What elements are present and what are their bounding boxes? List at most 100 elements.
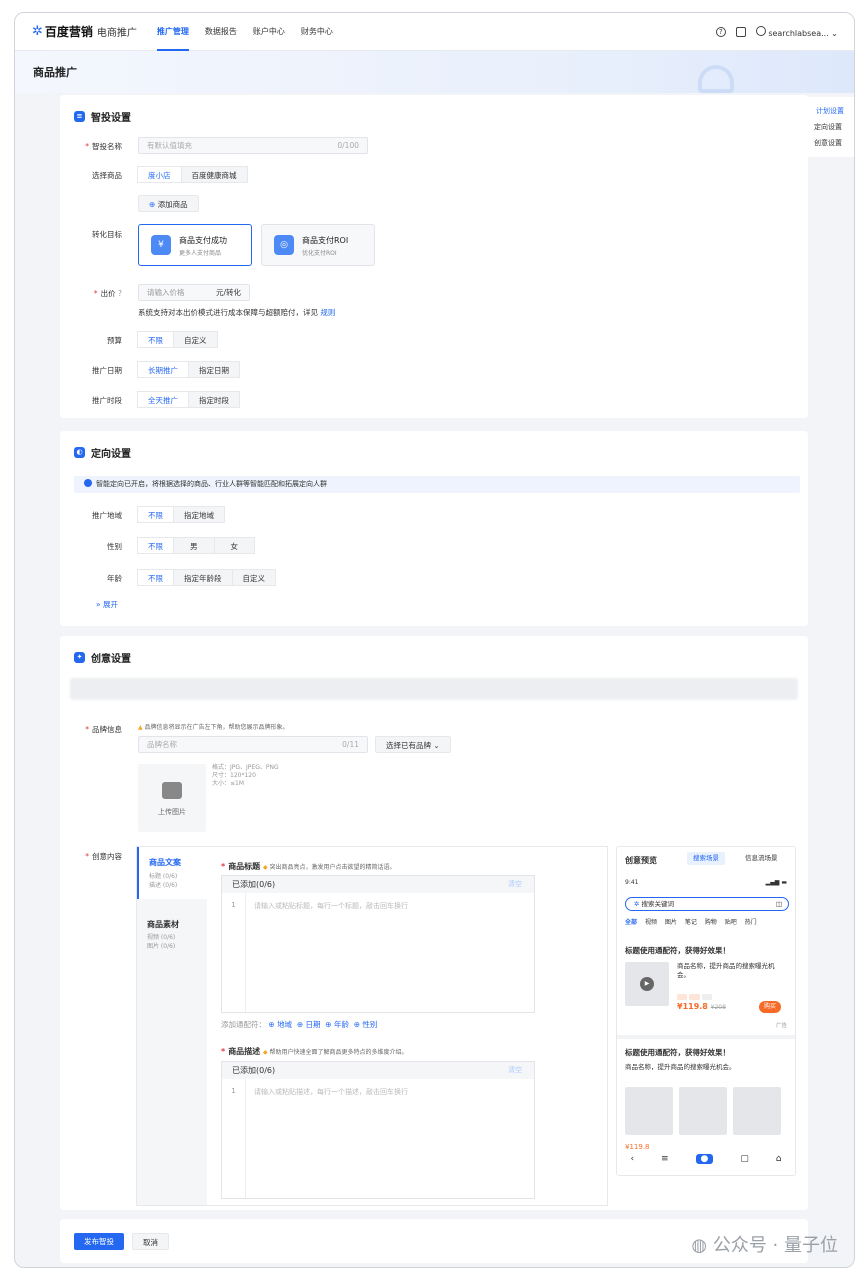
play-icon: ▶: [640, 977, 654, 991]
char-count: 0/11: [342, 740, 359, 749]
nav-finance[interactable]: 财务中心: [301, 13, 333, 51]
anchor-nav: 计划设置 定向设置 创意设置: [806, 97, 854, 157]
gender-unlimited[interactable]: 不限: [137, 537, 174, 554]
section-title: 智投设置: [91, 113, 131, 124]
wechat-watermark: ◍ 公众号 · 量子位: [691, 1235, 838, 1256]
bid-unit: 元/转化: [215, 288, 241, 297]
expand-toggle[interactable]: » 展开: [96, 599, 118, 610]
publish-button[interactable]: 发布智投: [74, 1233, 124, 1250]
added-count: 已添加(0/6): [232, 880, 276, 889]
message-icon[interactable]: [735, 26, 746, 37]
cancel-button[interactable]: 取消: [132, 1233, 169, 1250]
rule-link[interactable]: 规则: [320, 308, 335, 317]
clear-button[interactable]: 清空: [508, 876, 522, 893]
date-label: 推广日期: [92, 366, 122, 375]
goal-pay-roi[interactable]: ◎ 商品支付ROI 优化支付ROI: [261, 224, 375, 266]
material-tab[interactable]: 商品素材 视频 (0/6) 图片 (0/6): [137, 913, 207, 965]
brand-label: 品牌信息: [92, 725, 122, 734]
wildcard-region[interactable]: ⊕ 地域: [268, 1020, 292, 1029]
budget-unlimited[interactable]: 不限: [137, 331, 174, 348]
brand-tip: ▲ 品牌信息将显示在广告左下角，帮助您展示品牌形象。: [138, 724, 289, 731]
preview-tab-feed[interactable]: 信息流场景: [741, 852, 782, 865]
ad2-image-3: [733, 1087, 781, 1135]
gender-male[interactable]: 男: [173, 537, 215, 554]
desc-editor[interactable]: 已添加(0/6) 清空 1 请输入或粘贴描述，每行一个描述，敲击回车换行: [221, 1061, 535, 1199]
date-specify[interactable]: 指定日期: [188, 361, 240, 378]
section-title: 定向设置: [91, 449, 131, 460]
age-custom[interactable]: 自定义: [231, 569, 276, 586]
ad2-desc: 商品名称，提升商品的搜索曝光机会。: [625, 1063, 736, 1071]
plus-icon: ⊕: [149, 200, 156, 209]
brand-logo[interactable]: ✲ 百度营销 电商推广: [32, 23, 137, 40]
wildcard-bar: 添加通配符： ⊕ 地域 ⊕ 日期 ⊕ 年龄 ⊕ 性别: [221, 1020, 378, 1029]
tab-health-mall[interactable]: 百度健康商城: [180, 166, 248, 183]
wildcard-date[interactable]: ⊕ 日期: [297, 1020, 321, 1029]
desc-label: * 商品描述 ◆ 帮助用户快速全面了解商品更多特点的多维度介绍。: [221, 1047, 408, 1056]
goal-title: 商品支付成功: [179, 236, 227, 245]
nav-account[interactable]: 账户中心: [253, 13, 285, 51]
user-menu[interactable]: searchlabsea... ⌄: [755, 25, 838, 38]
bid-note: 系统支持对本出价模式进行成本保障与超额赔付，详见 规则: [138, 308, 336, 317]
double-chevron-icon: »: [96, 600, 101, 609]
roi-icon: ◎: [274, 235, 294, 255]
region-unlimited[interactable]: 不限: [137, 506, 174, 523]
wechat-icon: ◍: [691, 1235, 708, 1256]
age-range[interactable]: 指定年龄段: [173, 569, 233, 586]
time-all-day[interactable]: 全天推广: [137, 391, 189, 408]
gender-female[interactable]: 女: [213, 537, 255, 554]
age-unlimited[interactable]: 不限: [137, 569, 174, 586]
desc-placeholder: 请输入或粘贴描述，每行一个描述，敲击回车换行: [254, 1088, 408, 1096]
app-window: ✲ 百度营销 电商推广 推广管理 数据报告 账户中心 财务中心 ? search…: [14, 12, 855, 1268]
title-label: * 商品标题 ◆ 突出商品亮点，激发用户点击欲望的精简话语。: [221, 862, 396, 871]
goal-sub: 优化支付ROI: [302, 250, 337, 257]
title-editor[interactable]: 已添加(0/6) 清空 1 请输入或粘贴标题，每行一个标题，敲击回车换行: [221, 875, 535, 1013]
goal-pay-success[interactable]: ¥ 商品支付成功 更多人支付商品: [138, 224, 252, 266]
product-label: 选择商品: [92, 171, 122, 180]
plan-name-input[interactable]: 有默认值填充 0/100: [138, 137, 368, 154]
ad-title: 标题使用通配符，获得好效果！: [625, 946, 730, 955]
region-specify[interactable]: 指定地域: [173, 506, 225, 523]
ad2-title: 标题使用通配符，获得好效果！: [625, 1048, 730, 1057]
brand-name: 百度营销: [44, 25, 93, 39]
copy-tab[interactable]: 商品文案 标题 (0/6) 描述 (0/6): [137, 847, 207, 899]
chevron-down-icon: ⌄: [433, 741, 440, 750]
divider: [617, 1035, 795, 1039]
question-icon[interactable]: ?: [118, 289, 122, 298]
budget-label: 预算: [107, 336, 122, 345]
target-settings-card: ◐ 定向设置 智能定向已开启，将根据选择的商品、行业人群等智能匹配和拓展定向人群 …: [60, 431, 808, 626]
budget-custom[interactable]: 自定义: [173, 331, 218, 348]
wildcard-gender[interactable]: ⊕ 性别: [354, 1020, 378, 1029]
camera-icon: ◫: [775, 900, 782, 908]
brand-select-dropdown[interactable]: 选择已有品牌 ⌄: [375, 736, 451, 753]
clear-button[interactable]: 清空: [508, 1062, 522, 1079]
wallet-icon: ¥: [151, 235, 171, 255]
wildcard-age[interactable]: ⊕ 年龄: [325, 1020, 349, 1029]
nav-promo[interactable]: 推广管理: [156, 13, 189, 51]
tab-duxiaodian[interactable]: 度小店: [137, 166, 182, 183]
warning-icon: ▲: [138, 724, 143, 731]
date-long-term[interactable]: 长期推广: [137, 361, 189, 378]
buy-button: 购买: [758, 1001, 781, 1013]
anchor-creative[interactable]: 创意设置: [806, 135, 854, 151]
bid-input[interactable]: 请输入价格 元/转化: [138, 284, 250, 301]
help-icon[interactable]: ?: [715, 26, 726, 37]
add-product-button[interactable]: ⊕ 添加商品: [138, 195, 199, 212]
section-title: 创意设置: [91, 654, 131, 665]
upload-image-box[interactable]: 上传图片: [138, 764, 206, 832]
nav-report[interactable]: 数据报告: [205, 13, 237, 51]
gender-label: 性别: [107, 542, 122, 551]
brand-name-input[interactable]: 品牌名称 0/11: [138, 736, 368, 753]
user-icon: [755, 25, 766, 36]
baidu-icon: ✲: [634, 900, 640, 908]
page-title: 商品推广: [33, 66, 77, 79]
preview-tab-search[interactable]: 搜索场景: [687, 852, 725, 865]
ad-tags: [677, 991, 714, 1000]
time-specify[interactable]: 指定时段: [188, 391, 240, 408]
menu-icon: ≡: [661, 1154, 669, 1164]
anchor-target[interactable]: 定向设置: [806, 119, 854, 135]
anchor-plan[interactable]: 计划设置: [806, 103, 854, 119]
preview-title: 创意预览: [625, 856, 657, 865]
creative-settings-card: ✦ 创意设置 * 品牌信息 ▲ 品牌信息将显示在广告左下角，帮助您展示品牌形象。 品…: [60, 636, 808, 1210]
chevron-down-icon: ⌄: [831, 28, 838, 38]
back-icon: ‹: [630, 1154, 635, 1164]
